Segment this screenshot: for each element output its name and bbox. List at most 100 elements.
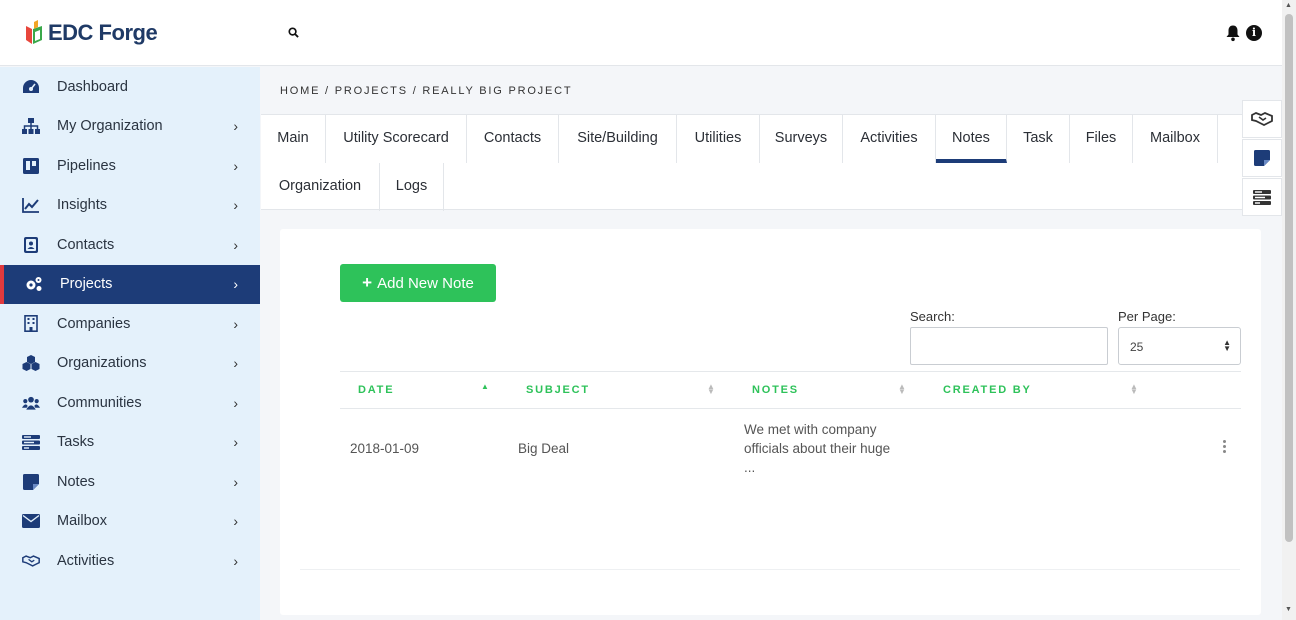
envelope-icon	[22, 512, 40, 530]
scrollbar-thumb[interactable]	[1285, 14, 1293, 542]
app-logo[interactable]: EDC Forge	[24, 20, 158, 46]
cell-subject: Big Deal	[518, 441, 570, 456]
sidebar-item-label: My Organization	[57, 118, 163, 135]
tab-utility-scorecard[interactable]: Utility Scorecard	[326, 115, 467, 163]
column-notes[interactable]: NOTES	[752, 384, 799, 396]
sort-icon[interactable]: ▲ ▼	[707, 383, 715, 396]
cell-notes-line: We met with company	[744, 422, 877, 437]
chevron-right-icon: ›	[233, 552, 238, 569]
chevron-right-icon: ›	[233, 118, 238, 135]
building-icon	[22, 315, 40, 333]
sort-asc-icon[interactable]: ▲	[481, 383, 489, 391]
sidebar-item-label: Contacts	[57, 236, 115, 253]
table-header: DATE ▲ SUBJECT ▲ ▼ NOTES ▲ ▼ CREATED BY ▲ ▼	[340, 371, 1241, 409]
cell-notes-line: officials about their huge	[744, 441, 891, 456]
cubes-icon	[22, 354, 40, 372]
sidebar-item-projects[interactable]: Projects ›	[0, 264, 260, 304]
per-page-label: Per Page:	[1118, 309, 1176, 324]
sidebar-item-companies[interactable]: Companies ›	[0, 304, 260, 344]
column-subject[interactable]: SUBJECT	[526, 384, 590, 396]
per-page-select[interactable]: 25 ▲ ▼	[1118, 327, 1241, 365]
project-tabs: Main Utility Scorecard Contacts Site/Bui…	[261, 114, 1282, 211]
tab-mailbox[interactable]: Mailbox	[1133, 115, 1218, 163]
sidebar-item-label: Notes	[57, 473, 95, 490]
sticky-note-icon	[22, 473, 40, 491]
tab-main[interactable]: Main	[261, 115, 326, 163]
tab-task[interactable]: Task	[1007, 115, 1070, 163]
gears-icon	[25, 275, 43, 293]
chevron-right-icon: ›	[233, 434, 238, 451]
tab-utilities[interactable]: Utilities	[677, 115, 760, 163]
column-created-by[interactable]: CREATED BY	[943, 384, 1032, 396]
notes-card: + Add New Note Search: Per Page: 25 ▲ ▼ D…	[280, 229, 1261, 615]
sidebar-item-dashboard[interactable]: Dashboard	[0, 67, 260, 107]
sidebar-item-activities[interactable]: Activities ›	[0, 541, 260, 581]
tab-organization[interactable]: Organization	[261, 163, 380, 211]
tab-contacts[interactable]: Contacts	[467, 115, 559, 163]
column-date[interactable]: DATE	[358, 384, 394, 396]
sticky-note-icon[interactable]	[1242, 139, 1282, 177]
quick-actions-bar	[1242, 100, 1282, 217]
handshake-icon[interactable]	[1242, 100, 1282, 138]
select-arrows-icon: ▲ ▼	[1223, 338, 1231, 353]
search-input[interactable]	[910, 327, 1108, 365]
sidebar-item-label: Projects	[60, 276, 113, 293]
page-scrollbar[interactable]: ▲ ▼	[1282, 0, 1296, 620]
cell-date: 2018-01-09	[350, 441, 420, 456]
chevron-right-icon: ›	[233, 157, 238, 174]
logo-text: EDC Forge	[48, 20, 158, 45]
row-actions-kebab-icon[interactable]	[1223, 440, 1227, 453]
sidebar: Dashboard My Organization › Pipelines › …	[0, 67, 260, 620]
main-content: HOME / PROJECTS / REALLY BIG PROJECT Mai…	[261, 67, 1282, 620]
tab-notes[interactable]: Notes	[936, 115, 1007, 163]
sidebar-item-mailbox[interactable]: Mailbox ›	[0, 502, 260, 542]
cell-notes-ellipsis: ...	[744, 460, 756, 475]
tasks-icon[interactable]	[1242, 178, 1282, 216]
chevron-right-icon: ›	[233, 513, 238, 530]
chevron-right-icon: ›	[233, 315, 238, 332]
plus-icon: +	[362, 273, 373, 292]
logo-mark-icon	[26, 20, 42, 44]
sidebar-item-insights[interactable]: Insights ›	[0, 186, 260, 226]
scroll-up-arrow-icon[interactable]: ▲	[1285, 2, 1292, 9]
sidebar-item-tasks[interactable]: Tasks ›	[0, 423, 260, 463]
tab-files[interactable]: Files	[1070, 115, 1133, 163]
sidebar-item-label: Organizations	[57, 355, 147, 372]
breadcrumb: HOME / PROJECTS / REALLY BIG PROJECT	[280, 85, 573, 97]
top-header: EDC Forge i	[0, 0, 1282, 66]
sidebar-item-organizations[interactable]: Organizations ›	[0, 344, 260, 384]
sidebar-item-label: Insights	[57, 197, 107, 214]
sidebar-item-contacts[interactable]: Contacts ›	[0, 225, 260, 265]
org-chart-icon	[22, 117, 40, 135]
chevron-right-icon: ›	[233, 197, 238, 214]
handshake-icon	[22, 552, 40, 570]
sort-icon[interactable]: ▲ ▼	[1130, 383, 1138, 396]
per-page-value: 25	[1130, 340, 1144, 354]
sidebar-item-label: Mailbox	[57, 513, 107, 530]
users-icon	[22, 394, 40, 412]
scroll-down-arrow-icon[interactable]: ▼	[1285, 606, 1292, 613]
sidebar-item-my-organization[interactable]: My Organization ›	[0, 107, 260, 147]
bell-icon[interactable]	[1224, 24, 1242, 42]
sidebar-item-pipelines[interactable]: Pipelines ›	[0, 146, 260, 186]
add-new-note-button[interactable]: + Add New Note	[340, 264, 496, 302]
sidebar-item-label: Pipelines	[57, 157, 116, 174]
tab-site-building[interactable]: Site/Building	[559, 115, 677, 163]
tab-activities[interactable]: Activities	[843, 115, 936, 163]
sort-icon[interactable]: ▲ ▼	[898, 383, 906, 396]
info-icon[interactable]: i	[1246, 25, 1262, 41]
tasks-icon	[22, 433, 40, 451]
sidebar-item-communities[interactable]: Communities ›	[0, 383, 260, 423]
sidebar-item-label: Tasks	[57, 434, 95, 451]
chevron-right-icon: ›	[233, 276, 238, 293]
table-row[interactable]: 2018-01-09 Big Deal We met with company …	[340, 409, 1241, 489]
tab-logs[interactable]: Logs	[380, 163, 444, 211]
sidebar-item-label: Activities	[57, 552, 115, 569]
sidebar-item-label: Companies	[57, 315, 131, 332]
contact-card-icon	[22, 236, 40, 254]
add-new-note-label: Add New Note	[377, 274, 474, 292]
tab-surveys[interactable]: Surveys	[760, 115, 843, 163]
search-icon[interactable]	[288, 26, 299, 41]
notes-panel: + Add New Note Search: Per Page: 25 ▲ ▼ D…	[300, 229, 1241, 570]
sidebar-item-notes[interactable]: Notes ›	[0, 462, 260, 502]
